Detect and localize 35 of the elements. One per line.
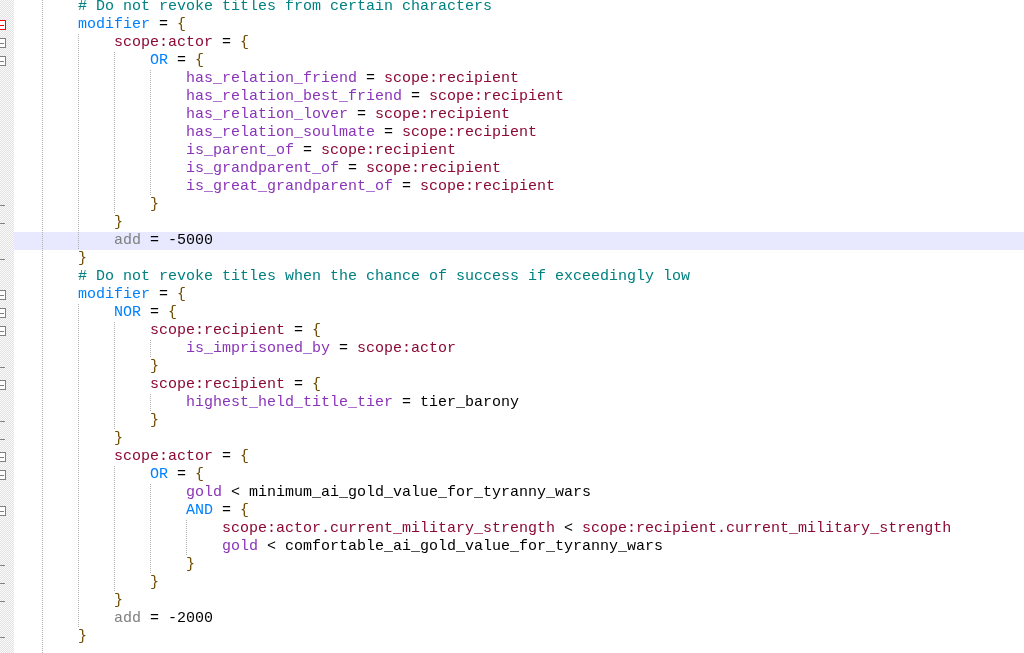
code-text: scope:actor = { [114, 34, 250, 52]
code-text: } [150, 574, 159, 592]
code-text: } [78, 250, 87, 268]
code-text: is_imprisoned_by = scope:actor [186, 340, 457, 358]
code-text: OR = { [150, 52, 205, 70]
code-text: # Do not revoke titles when the chance of success if exceedingly low [78, 268, 691, 286]
code-text: } [78, 628, 87, 646]
code-text: AND = { [186, 502, 250, 520]
code-text: is_great_grandparent_of = scope:recipient [186, 178, 556, 196]
code-text: has_relation_soulmate = scope:recipient [186, 124, 538, 142]
code-text: OR = { [150, 466, 205, 484]
code-text: gold < comfortable_ai_gold_value_for_tyranny_wars [222, 538, 664, 556]
code-text: } [150, 412, 159, 430]
code-text: add = -5000 [114, 232, 214, 250]
code-text: is_parent_of = scope:recipient [186, 142, 457, 160]
code-text: scope:actor = { [114, 448, 250, 466]
code-text: highest_held_title_tier = tier_barony [186, 394, 520, 412]
code-text: modifier = { [78, 286, 187, 304]
code-text: scope:recipient = { [150, 376, 322, 394]
code-text: } [150, 196, 159, 214]
code-text: is_grandparent_of = scope:recipient [186, 160, 502, 178]
code-text: has_relation_friend = scope:recipient [186, 70, 520, 88]
code-text: } [114, 430, 123, 448]
code-text: } [114, 214, 123, 232]
code-text: modifier = { [78, 16, 187, 34]
code-text: scope:actor.current_military_strength < scope:recipient.current_military_strength [222, 520, 952, 538]
code-text: } [114, 592, 123, 610]
code-text: has_relation_best_friend = scope:recipient [186, 88, 565, 106]
code-text: } [186, 556, 195, 574]
code-text: NOR = { [114, 304, 178, 322]
code-text: scope:recipient = { [150, 322, 322, 340]
code-text: add = -2000 [114, 610, 214, 628]
code-text: } [150, 358, 159, 376]
code-text: gold < minimum_ai_gold_value_for_tyranny_wars [186, 484, 592, 502]
code-text: has_relation_lover = scope:recipient [186, 106, 511, 124]
